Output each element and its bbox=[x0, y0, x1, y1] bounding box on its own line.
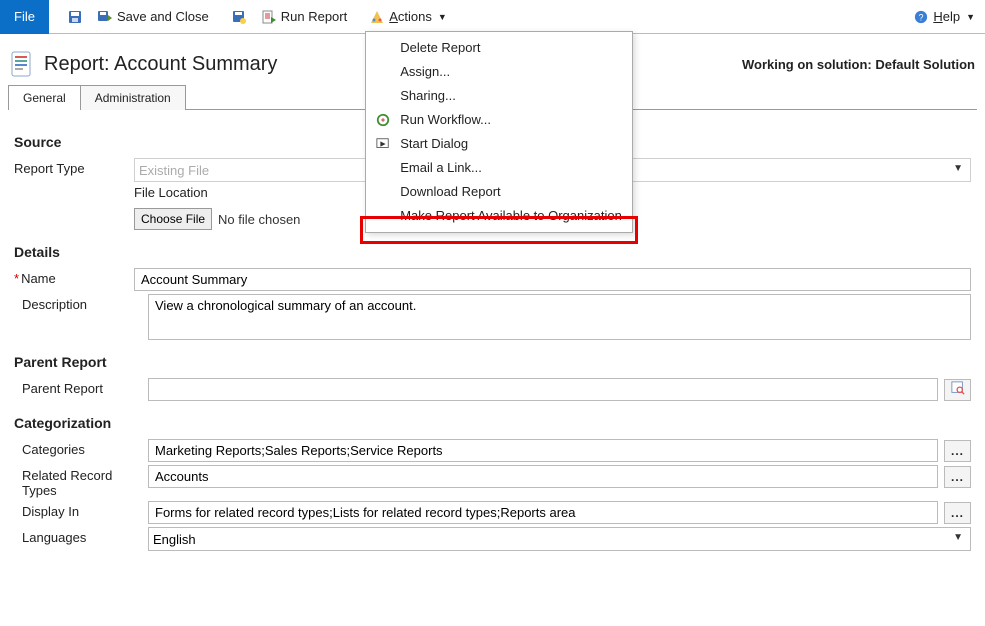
dd-label: Download Report bbox=[400, 184, 500, 199]
actions-item-assign[interactable]: Assign... bbox=[366, 60, 632, 84]
actions-label: Actions bbox=[389, 9, 432, 24]
chevron-down-icon: ▼ bbox=[966, 12, 975, 22]
actions-icon bbox=[369, 9, 385, 25]
actions-item-email-link[interactable]: Email a Link... bbox=[366, 156, 632, 180]
tab-administration[interactable]: Administration bbox=[80, 85, 186, 110]
save-icon bbox=[67, 9, 83, 25]
report-entity-icon bbox=[10, 50, 34, 78]
dd-label: Run Workflow... bbox=[400, 112, 491, 127]
label-name: Name bbox=[14, 268, 134, 286]
actions-item-run-workflow[interactable]: Run Workflow... bbox=[366, 108, 632, 132]
lookup-icon bbox=[951, 381, 965, 398]
help-label: Help bbox=[933, 9, 960, 24]
choose-file-button[interactable]: Choose File bbox=[134, 208, 212, 230]
svg-text:?: ? bbox=[919, 12, 924, 22]
chevron-down-icon: ▼ bbox=[438, 12, 447, 22]
actions-dropdown: Delete Report Assign... Sharing... Run W… bbox=[365, 31, 633, 233]
parent-report-input[interactable] bbox=[148, 378, 938, 401]
actions-item-download[interactable]: Download Report bbox=[366, 180, 632, 204]
dd-label: Sharing... bbox=[400, 88, 456, 103]
actions-menu-button[interactable]: Actions ▼ bbox=[365, 7, 451, 27]
save-close-label: Save and Close bbox=[117, 9, 209, 24]
run-report-icon bbox=[261, 9, 277, 25]
languages-select[interactable]: English bbox=[148, 527, 971, 551]
help-button[interactable]: ? Help ▼ bbox=[913, 9, 975, 25]
label-categories: Categories bbox=[22, 439, 148, 457]
save-as-icon bbox=[231, 9, 247, 25]
blank-icon bbox=[374, 160, 392, 176]
section-details: Details bbox=[14, 244, 971, 260]
label-description: Description bbox=[22, 294, 148, 312]
dialog-icon bbox=[374, 136, 392, 152]
help-icon: ? bbox=[913, 9, 929, 25]
tab-general[interactable]: General bbox=[8, 85, 81, 110]
save-as-button[interactable] bbox=[227, 7, 251, 27]
save-button[interactable] bbox=[63, 7, 87, 27]
related-types-ellipsis-button[interactable]: ... bbox=[944, 466, 971, 488]
parent-report-lookup-button[interactable] bbox=[944, 379, 971, 401]
page-title: Report: Account Summary bbox=[44, 53, 277, 76]
display-in-ellipsis-button[interactable]: ... bbox=[944, 502, 971, 524]
blank-icon bbox=[374, 208, 392, 224]
description-textarea[interactable]: View a chronological summary of an accou… bbox=[148, 294, 971, 340]
file-status-text: No file chosen bbox=[218, 212, 300, 227]
dd-label: Email a Link... bbox=[400, 160, 482, 175]
actions-item-sharing[interactable]: Sharing... bbox=[366, 84, 632, 108]
section-categorization: Categorization bbox=[14, 415, 971, 431]
blank-icon bbox=[374, 88, 392, 104]
name-input[interactable] bbox=[134, 268, 971, 291]
label-related-record-types: Related Record Types bbox=[22, 465, 148, 498]
toolbar: File Save and Close Run Report bbox=[0, 0, 985, 34]
file-menu-button[interactable]: File bbox=[0, 0, 49, 34]
actions-item-start-dialog[interactable]: Start Dialog bbox=[366, 132, 632, 156]
label-languages: Languages bbox=[22, 527, 148, 545]
save-and-close-button[interactable]: Save and Close bbox=[93, 7, 213, 27]
blank-icon bbox=[374, 40, 392, 56]
save-close-icon bbox=[97, 9, 113, 25]
label-display-in: Display In bbox=[22, 501, 148, 519]
solution-label: Working on solution: Default Solution bbox=[742, 57, 975, 72]
dd-label: Assign... bbox=[400, 64, 450, 79]
actions-item-make-available[interactable]: Make Report Available to Organization bbox=[366, 204, 632, 228]
run-report-label: Run Report bbox=[281, 9, 347, 24]
actions-item-delete[interactable]: Delete Report bbox=[366, 36, 632, 60]
workflow-icon bbox=[374, 112, 392, 128]
dd-label: Start Dialog bbox=[400, 136, 468, 151]
dd-label: Delete Report bbox=[400, 40, 480, 55]
run-report-button[interactable]: Run Report bbox=[257, 7, 351, 27]
categories-ellipsis-button[interactable]: ... bbox=[944, 440, 971, 462]
categories-input[interactable] bbox=[148, 439, 938, 462]
dd-label: Make Report Available to Organization bbox=[400, 208, 622, 223]
display-in-input[interactable] bbox=[148, 501, 938, 524]
label-parent-report: Parent Report bbox=[22, 378, 148, 396]
blank-icon bbox=[374, 184, 392, 200]
blank-icon bbox=[374, 64, 392, 80]
section-parent: Parent Report bbox=[14, 354, 971, 370]
label-report-type: Report Type bbox=[14, 158, 134, 176]
related-record-types-input[interactable] bbox=[148, 465, 938, 488]
